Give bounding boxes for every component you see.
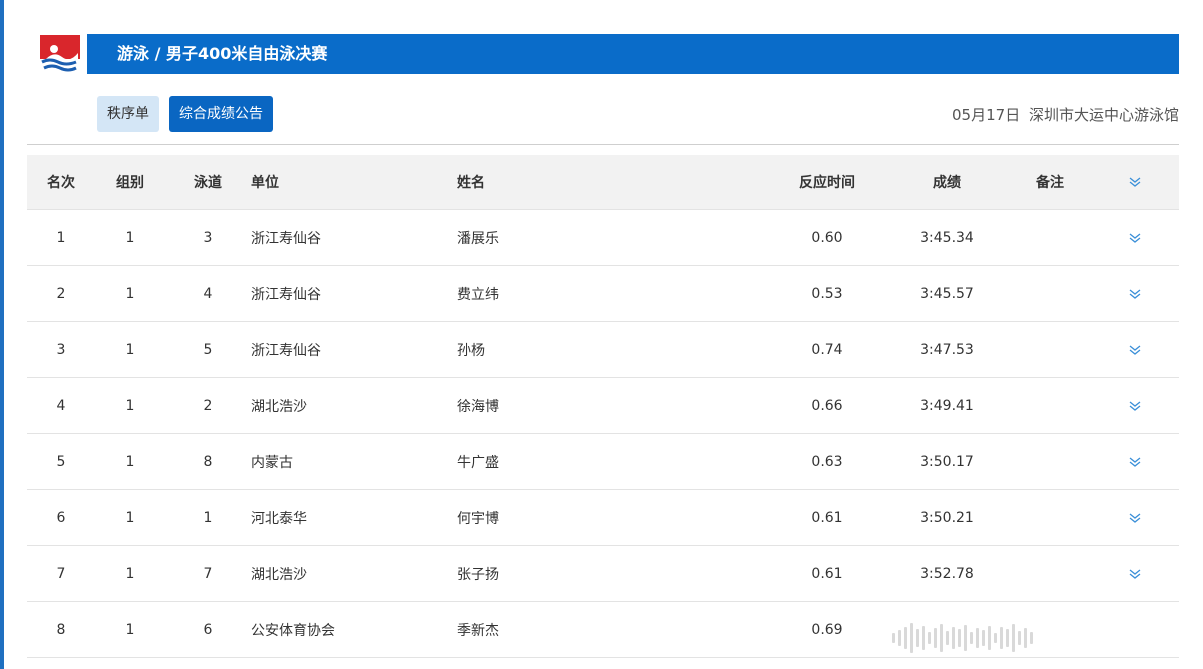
- order-list-button[interactable]: 秩序单: [97, 96, 159, 132]
- cell-result: 3:45.34: [920, 229, 974, 246]
- cell-group: 1: [125, 397, 135, 414]
- table-row: 4 1 2 湖北浩沙 徐海博 0.66 3:49.41: [27, 378, 1179, 434]
- title-banner: 游泳 / 男子400米自由泳决赛: [87, 34, 1179, 74]
- cell-unit: 浙江寿仙谷: [251, 342, 321, 359]
- row-expand-chevron-icon[interactable]: [1117, 266, 1153, 321]
- column-header-rank: 名次: [47, 175, 75, 191]
- cell-reaction: 0.61: [811, 565, 843, 582]
- cell-group: 1: [125, 229, 135, 246]
- results-table: 名次 组别 泳道 单位 姓名 反应时间 成绩 备注 1 1 3 浙江寿仙谷 潘展乐 0.6…: [27, 155, 1179, 658]
- row-expand-chevron-icon[interactable]: [1117, 434, 1153, 489]
- row-expand-chevron-icon[interactable]: [1117, 210, 1153, 265]
- cell-group: 1: [125, 341, 135, 358]
- cell-name: 费立纬: [457, 286, 499, 303]
- event-venue: 深圳市大运中心游泳馆: [1028, 106, 1179, 124]
- cell-name: 牛广盛: [457, 454, 499, 471]
- table-header: 名次 组别 泳道 单位 姓名 反应时间 成绩 备注: [27, 155, 1179, 210]
- cell-name: 季新杰: [457, 622, 499, 639]
- cell-lane: 6: [203, 621, 213, 638]
- cell-rank: 6: [56, 509, 66, 526]
- cell-group: 1: [125, 565, 135, 582]
- cell-note: [1017, 546, 1083, 601]
- cell-unit: 浙江寿仙谷: [251, 230, 321, 247]
- cell-note: [1017, 210, 1083, 265]
- cell-lane: 4: [203, 285, 213, 302]
- table-row: 7 1 7 湖北浩沙 张子扬 0.61 3:52.78: [27, 546, 1179, 602]
- table-body: 1 1 3 浙江寿仙谷 潘展乐 0.60 3:45.34 2 1 4 浙江寿仙谷 费立纬 0.53 3:4…: [27, 210, 1179, 658]
- column-header-result: 成绩: [933, 175, 961, 191]
- cell-reaction: 0.74: [811, 341, 843, 358]
- cell-rank: 3: [56, 341, 66, 358]
- cell-name: 何宇博: [457, 510, 499, 527]
- cell-reaction: 0.61: [811, 509, 843, 526]
- cell-name: 徐海博: [457, 398, 499, 415]
- table-row: 2 1 4 浙江寿仙谷 费立纬 0.53 3:45.57: [27, 266, 1179, 322]
- cell-unit: 河北泰华: [251, 510, 307, 527]
- row-expand-chevron-icon[interactable]: [1117, 546, 1153, 601]
- cell-result: 3:50.17: [920, 453, 974, 470]
- cell-lane: 1: [203, 509, 213, 526]
- cell-reaction: 0.60: [811, 229, 843, 246]
- header-divider: [27, 144, 1179, 145]
- cell-lane: 8: [203, 453, 213, 470]
- cell-reaction: 0.63: [811, 453, 843, 470]
- cell-unit: 浙江寿仙谷: [251, 286, 321, 303]
- table-row: 1 1 3 浙江寿仙谷 潘展乐 0.60 3:45.34: [27, 210, 1179, 266]
- table-row: 5 1 8 内蒙古 牛广盛 0.63 3:50.17: [27, 434, 1179, 490]
- cell-group: 1: [125, 453, 135, 470]
- cell-result: 3:49.41: [920, 397, 974, 414]
- watermark-bar: [892, 620, 1192, 656]
- cell-name: 潘展乐: [457, 230, 499, 247]
- column-header-note: 备注: [1036, 175, 1064, 191]
- cell-reaction: 0.66: [811, 397, 843, 414]
- table-row: 6 1 1 河北泰华 何宇博 0.61 3:50.21: [27, 490, 1179, 546]
- cell-lane: 5: [203, 341, 213, 358]
- cell-group: 1: [125, 509, 135, 526]
- cell-unit: 内蒙古: [251, 454, 293, 471]
- cell-result: 3:52.78: [920, 565, 974, 582]
- cell-reaction: 0.53: [811, 285, 843, 302]
- row-expand-chevron-icon[interactable]: [1117, 490, 1153, 545]
- cell-rank: 4: [56, 397, 66, 414]
- column-header-lane: 泳道: [194, 175, 222, 191]
- column-header-unit: 单位: [251, 175, 279, 191]
- cell-note: [1017, 266, 1083, 321]
- swimming-logo-icon: [40, 35, 80, 75]
- cell-lane: 7: [203, 565, 213, 582]
- cell-result: 3:45.57: [920, 285, 974, 302]
- cell-rank: 1: [56, 229, 66, 246]
- column-header-group: 组别: [116, 175, 144, 191]
- row-expand-chevron-icon[interactable]: [1117, 378, 1153, 433]
- cell-result: 3:47.53: [920, 341, 974, 358]
- cell-unit: 公安体育协会: [251, 622, 335, 639]
- results-announcement-button[interactable]: 综合成绩公告: [169, 96, 273, 132]
- cell-unit: 湖北浩沙: [251, 566, 307, 583]
- column-header-name: 姓名: [457, 175, 485, 191]
- cell-unit: 湖北浩沙: [251, 398, 307, 415]
- cell-rank: 5: [56, 453, 66, 470]
- cell-note: [1017, 434, 1083, 489]
- expand-all-chevron-icon[interactable]: [1117, 155, 1153, 209]
- cell-note: [1017, 378, 1083, 433]
- cell-note: [1017, 322, 1083, 377]
- event-meta: 05月17日 深圳市大运中心游泳馆: [952, 104, 1179, 125]
- cell-note: [1017, 490, 1083, 545]
- cell-lane: 2: [203, 397, 213, 414]
- column-header-reaction: 反应时间: [799, 175, 855, 191]
- cell-result: 3:50.21: [920, 509, 974, 526]
- cell-group: 1: [125, 621, 135, 638]
- event-date: 05月17日: [952, 106, 1021, 124]
- row-expand-chevron-icon[interactable]: [1117, 322, 1153, 377]
- cell-name: 孙杨: [457, 342, 485, 359]
- cell-rank: 7: [56, 565, 66, 582]
- page-title: 游泳 / 男子400米自由泳决赛: [117, 44, 328, 63]
- cell-group: 1: [125, 285, 135, 302]
- cell-rank: 8: [56, 621, 66, 638]
- table-row: 3 1 5 浙江寿仙谷 孙杨 0.74 3:47.53: [27, 322, 1179, 378]
- cell-name: 张子扬: [457, 566, 499, 583]
- left-accent-bar: [0, 0, 4, 669]
- cell-rank: 2: [56, 285, 66, 302]
- cell-lane: 3: [203, 229, 213, 246]
- cell-reaction: 0.69: [811, 621, 843, 638]
